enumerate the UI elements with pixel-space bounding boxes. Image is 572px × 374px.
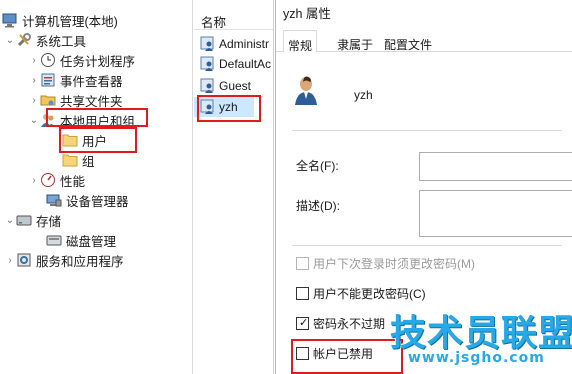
chevron-right-icon[interactable]: › bbox=[28, 75, 40, 86]
watermark-logo: 技术员联盟 www.jsgho.com bbox=[390, 300, 572, 374]
tree-item-label: 系统工具 bbox=[36, 34, 87, 49]
services-icon bbox=[16, 252, 32, 268]
disk-icon bbox=[46, 232, 62, 248]
tree-root-label: 计算机管理(本地) bbox=[22, 14, 118, 29]
clock-icon bbox=[40, 52, 56, 68]
list-item-label: DefaultAc bbox=[219, 57, 272, 71]
tree-item-label: 组 bbox=[82, 154, 95, 169]
tools-icon bbox=[16, 32, 32, 48]
description-field[interactable] bbox=[419, 190, 572, 237]
list-item[interactable]: Guest bbox=[194, 76, 251, 96]
computer-management-icon bbox=[2, 12, 18, 28]
tree-item-label: 任务计划程序 bbox=[60, 54, 136, 69]
tree-item-shared-folders[interactable]: › 共享文件夹 bbox=[28, 90, 123, 110]
tree-item-label: 事件查看器 bbox=[60, 74, 123, 89]
tree-root[interactable]: 计算机管理(本地) bbox=[2, 10, 118, 30]
chevron-right-icon[interactable]: › bbox=[4, 255, 16, 266]
checkbox-box[interactable] bbox=[296, 287, 309, 300]
divider bbox=[292, 130, 562, 131]
tab-member-of[interactable]: 隶属于 bbox=[333, 34, 377, 52]
user-icon bbox=[200, 56, 216, 72]
shared-folder-icon bbox=[40, 92, 56, 108]
tree-item-label: 设备管理器 bbox=[66, 194, 129, 209]
fullname-label: 全名(F): bbox=[296, 159, 339, 173]
tree-item-local-users-groups[interactable]: ⌄ 本地用户和组 bbox=[28, 110, 135, 130]
tree-item-users[interactable]: 用户 bbox=[62, 130, 107, 150]
list-item-label: Guest bbox=[219, 79, 252, 93]
tree-item-label: 共享文件夹 bbox=[60, 94, 123, 109]
tree-item-performance[interactable]: › 性能 bbox=[28, 170, 85, 190]
checkbox-label: 用户下次登录时须更改密码(M) bbox=[313, 257, 475, 271]
watermark-url: www.jsgho.com bbox=[408, 350, 545, 366]
tree-item-label: 本地用户和组 bbox=[60, 114, 136, 129]
tree-item-label: 服务和应用程序 bbox=[36, 254, 124, 269]
chevron-right-icon[interactable]: › bbox=[28, 95, 40, 106]
list-item[interactable]: DefaultAc bbox=[194, 54, 271, 74]
tab-profile[interactable]: 配置文件 bbox=[380, 34, 436, 52]
checkbox-label: 帐户已禁用 bbox=[313, 347, 374, 361]
user-icon bbox=[200, 78, 216, 94]
chevron-down-icon[interactable]: ⌄ bbox=[4, 215, 16, 226]
tree-item-label: 磁盘管理 bbox=[66, 234, 117, 249]
tab-strip: 常规 隶属于 配置文件 bbox=[276, 28, 572, 53]
tree-item-label: 用户 bbox=[82, 134, 108, 149]
console-tree: 计算机管理(本地) ⌄ 系统工具 › 任务计划程序 › 事件查看器 › 共享文件… bbox=[0, 0, 193, 374]
list-item[interactable]: Administr bbox=[194, 34, 269, 54]
tree-item-label: 性能 bbox=[60, 174, 86, 189]
tree-item-device-manager[interactable]: 设备管理器 bbox=[46, 190, 129, 210]
checkbox-box[interactable] bbox=[296, 257, 309, 270]
folder-icon bbox=[62, 132, 78, 148]
user-avatar-icon bbox=[294, 74, 322, 106]
column-header-name[interactable]: 名称 bbox=[194, 0, 273, 30]
chevron-down-icon[interactable]: ⌄ bbox=[4, 35, 16, 46]
tree-item-storage[interactable]: ⌄ 存储 bbox=[4, 210, 61, 230]
users-group-icon bbox=[40, 112, 56, 128]
checkbox-account-disabled[interactable]: 帐户已禁用 bbox=[296, 345, 373, 362]
list-item-selected[interactable]: yzh bbox=[194, 97, 254, 117]
list-item-label: yzh bbox=[219, 100, 238, 114]
tree-item-services-apps[interactable]: › 服务和应用程序 bbox=[4, 250, 124, 270]
checkbox-must-change-password[interactable]: 用户下次登录时须更改密码(M) bbox=[296, 255, 475, 272]
event-viewer-icon bbox=[40, 72, 56, 88]
chevron-right-icon[interactable]: › bbox=[28, 175, 40, 186]
performance-icon bbox=[40, 172, 56, 188]
chevron-right-icon[interactable]: › bbox=[28, 55, 40, 66]
description-label: 描述(D): bbox=[296, 199, 340, 213]
users-list: 名称 Administr DefaultAc Guest yzh bbox=[194, 0, 274, 374]
watermark-title: 技术员联盟 bbox=[390, 313, 572, 354]
username-label: yzh bbox=[354, 88, 373, 102]
tree-item-event-viewer[interactable]: › 事件查看器 bbox=[28, 70, 123, 90]
checkbox-password-never-expires[interactable]: ✓ 密码永不过期 bbox=[296, 315, 385, 332]
device-manager-icon bbox=[46, 192, 62, 208]
user-icon bbox=[200, 99, 216, 115]
tab-general[interactable]: 常规 bbox=[283, 30, 318, 53]
fullname-field[interactable] bbox=[419, 152, 572, 181]
folder-icon bbox=[62, 152, 78, 168]
list-item-label: Administr bbox=[219, 37, 270, 51]
checkbox-box[interactable] bbox=[296, 347, 309, 360]
storage-icon bbox=[16, 212, 32, 228]
chevron-down-icon[interactable]: ⌄ bbox=[28, 115, 40, 126]
tree-item-task-scheduler[interactable]: › 任务计划程序 bbox=[28, 50, 135, 70]
tree-item-label: 存储 bbox=[36, 214, 62, 229]
checkbox-label: 密码永不过期 bbox=[313, 317, 386, 331]
divider bbox=[292, 245, 562, 246]
user-icon bbox=[200, 36, 216, 52]
dialog-title: yzh 属性 bbox=[276, 0, 572, 26]
checkmark-icon: ✓ bbox=[299, 317, 309, 329]
checkbox-box[interactable]: ✓ bbox=[296, 317, 309, 330]
tree-item-system-tools[interactable]: ⌄ 系统工具 bbox=[4, 30, 86, 50]
tree-item-disk-management[interactable]: 磁盘管理 bbox=[46, 230, 116, 250]
tree-item-groups[interactable]: 组 bbox=[62, 150, 95, 170]
